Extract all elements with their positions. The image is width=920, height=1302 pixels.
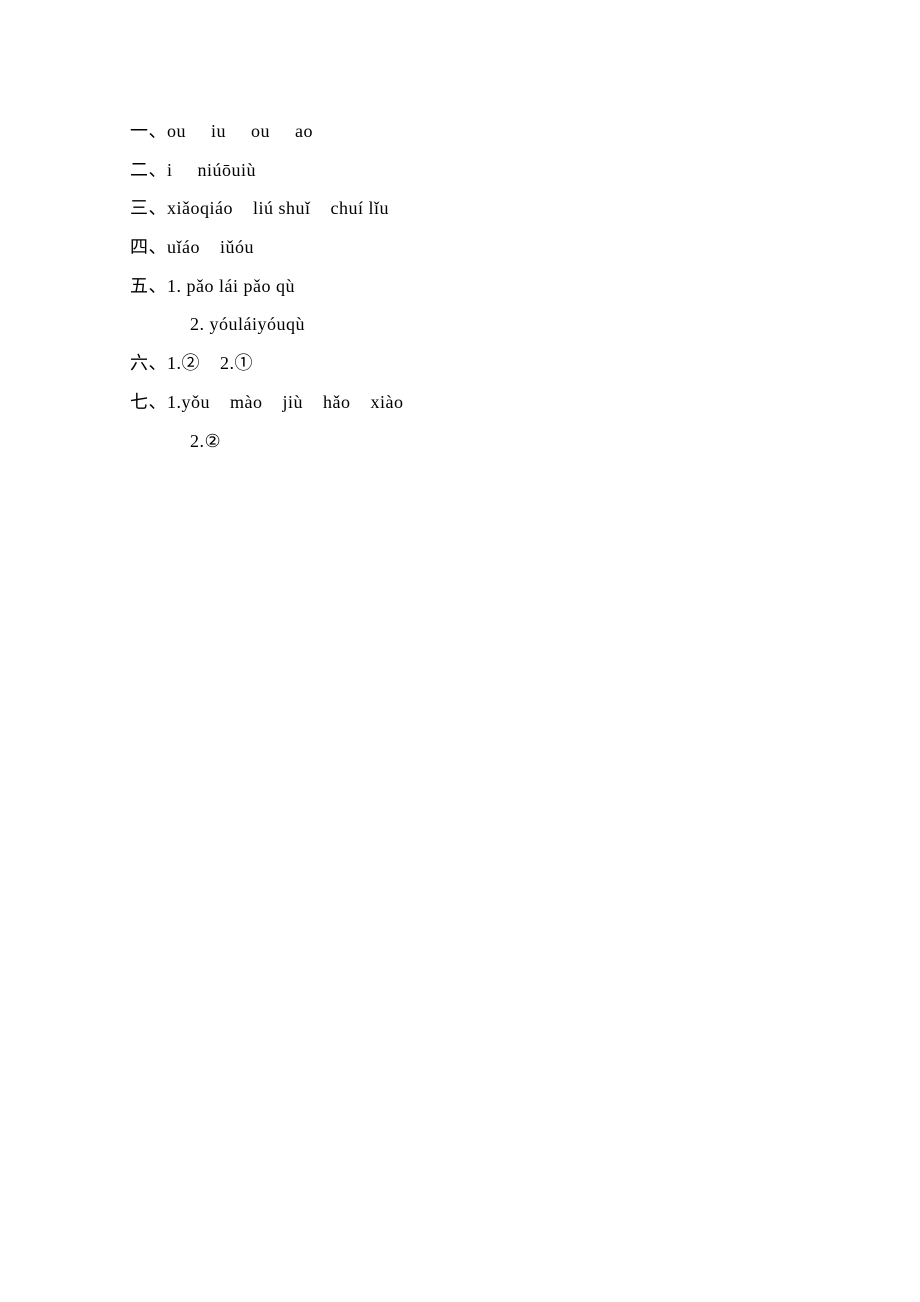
label-six: 六、	[130, 353, 167, 373]
label-seven: 七、	[130, 392, 167, 412]
content-five-2: 2. yóuláiyóuqù	[190, 314, 305, 334]
content-seven-1: 1.yǒu mào jiù hǎo xiào	[167, 392, 403, 412]
answer-seven-line2: 2.②	[130, 422, 920, 461]
label-three: 三、	[130, 198, 167, 218]
content-seven-2: 2.②	[190, 431, 221, 451]
content-three: xiǎoqiáo liú shuǐ chuí lǐu	[167, 198, 389, 218]
label-five: 五、	[130, 276, 167, 296]
answer-three: 三、xiǎoqiáo liú shuǐ chuí lǐu	[130, 189, 920, 228]
content-one: ou iu ou ao	[167, 121, 313, 141]
answer-six: 六、1.② 2.①	[130, 344, 920, 383]
answer-seven-line1: 七、1.yǒu mào jiù hǎo xiào	[130, 383, 920, 422]
content-four: uǐáo iǔóu	[167, 237, 254, 257]
answer-four: 四、uǐáo iǔóu	[130, 228, 920, 267]
label-one: 一、	[130, 121, 167, 141]
answer-one: 一、ou iu ou ao	[130, 112, 920, 151]
label-four: 四、	[130, 237, 167, 257]
label-two: 二、	[130, 160, 167, 180]
answer-five-line1: 五、1. pǎo lái pǎo qù	[130, 267, 920, 306]
content-six: 1.② 2.①	[167, 353, 253, 373]
answer-two: 二、i niúōuiù	[130, 151, 920, 190]
content-five-1: 1. pǎo lái pǎo qù	[167, 276, 295, 296]
content-two: i niúōuiù	[167, 160, 256, 180]
answer-five-line2: 2. yóuláiyóuqù	[130, 305, 920, 344]
